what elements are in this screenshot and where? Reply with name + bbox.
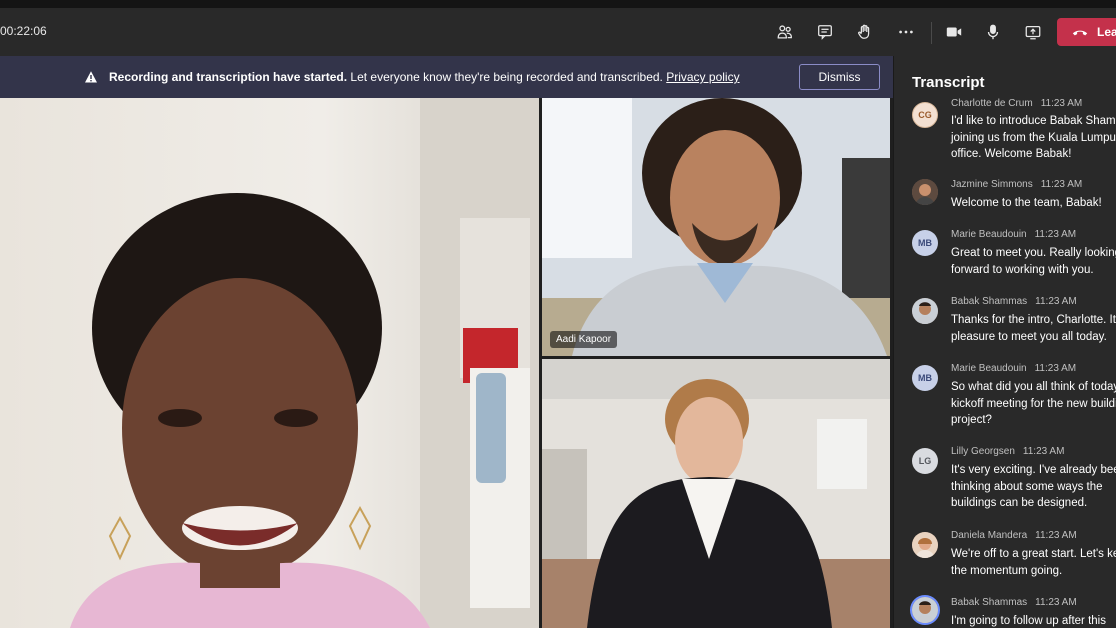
raise-hand-icon[interactable] — [853, 20, 877, 44]
transcript-meta: Babak Shammas 11:23 AM — [951, 597, 1077, 608]
timestamp: 11:23 AM — [1034, 229, 1077, 240]
share-icon[interactable] — [1021, 20, 1045, 44]
camera-icon[interactable] — [942, 20, 966, 44]
transcript-meta: Marie Beaudouin 11:23 AM — [951, 363, 1076, 374]
avatar — [912, 532, 938, 558]
timestamp: 11:23 AM — [1040, 179, 1083, 190]
avatar: CG — [912, 102, 938, 128]
participant-video — [70, 98, 539, 628]
microphone-icon[interactable] — [981, 20, 1005, 44]
chat-icon[interactable] — [813, 20, 837, 44]
speaker-name: Babak Shammas — [951, 597, 1028, 608]
speaker-name: Marie Beaudouin — [951, 363, 1027, 374]
privacy-policy-link[interactable]: Privacy policy — [666, 70, 739, 84]
leave-label: Lea — [1097, 25, 1116, 39]
transcript-text: It's very exciting. I've already been th… — [951, 464, 1116, 509]
timestamp: 11:23 AM — [1022, 446, 1065, 457]
transcript-meta: Lilly Georgsen 11:23 AM — [951, 446, 1064, 457]
video-tile-participant[interactable] — [542, 359, 890, 628]
avatar — [910, 595, 940, 625]
video-tile-aadi-kapoor[interactable]: Aadi Kapoor — [542, 98, 890, 356]
banner-bold-text: Recording and transcription have started… — [109, 70, 348, 84]
timestamp: 11:23 AM — [1035, 296, 1077, 307]
people-icon[interactable] — [773, 20, 797, 44]
transcript-text: So what did you all think of today's kic… — [951, 381, 1116, 426]
recording-banner: Recording and transcription have started… — [0, 56, 893, 98]
participant-video — [542, 98, 890, 356]
avatar — [912, 298, 938, 324]
avatar: LG — [912, 448, 938, 474]
transcript-title: Transcript — [912, 74, 985, 91]
avatar: MB — [912, 230, 938, 256]
speaker-name: Lilly Georgsen — [951, 446, 1015, 457]
transcript-meta: Babak Shammas 11:23 AM — [951, 296, 1077, 307]
transcript-text: I'm going to follow up after this — [951, 615, 1106, 627]
transcript-text: Great to meet you. Really looking forwar… — [951, 247, 1116, 276]
transcript-meta: Charlotte de Crum 11:23 AM — [951, 98, 1082, 109]
meeting-timer: 00:22:06 — [0, 24, 47, 38]
warning-icon — [85, 71, 97, 83]
meeting-toolbar: 00:22:06 Lea — [0, 8, 1116, 56]
transcript-panel: Transcript CG Charlotte de Crum 11:23 AM … — [893, 56, 1116, 628]
timestamp: 11:23 AM — [1034, 363, 1077, 374]
timestamp: 11:23 AM — [1040, 98, 1083, 109]
transcript-meta: Daniela Mandera 11:23 AM — [951, 530, 1077, 541]
transcript-text: I'd like to introduce Babak Shammas join… — [951, 115, 1116, 160]
title-bar — [0, 0, 1116, 8]
speaker-name: Daniela Mandera — [951, 530, 1028, 541]
transcript-text: Thanks for the intro, Charlotte. It's a … — [951, 314, 1116, 343]
participant-video — [542, 359, 890, 628]
transcript-meta: Jazmine Simmons 11:23 AM — [951, 179, 1082, 190]
speaker-name: Babak Shammas — [951, 296, 1028, 307]
video-stage: Aadi Kapoor — [0, 98, 893, 628]
banner-text: Let everyone know they're being recorded… — [347, 70, 667, 84]
timestamp: 11:23 AM — [1035, 530, 1077, 541]
avatar — [912, 179, 938, 205]
timestamp: 11:23 AM — [1035, 597, 1077, 608]
avatar: MB — [912, 365, 938, 391]
speaker-name: Marie Beaudouin — [951, 229, 1027, 240]
toolbar-divider — [931, 22, 932, 44]
speaker-name: Jazmine Simmons — [951, 179, 1033, 190]
dismiss-button[interactable]: Dismiss — [799, 64, 880, 90]
video-tile-main[interactable] — [0, 98, 539, 628]
leave-button[interactable]: Lea — [1057, 18, 1116, 46]
more-icon[interactable] — [894, 20, 918, 44]
transcript-meta: Marie Beaudouin 11:23 AM — [951, 229, 1076, 240]
transcript-text: Welcome to the team, Babak! — [951, 197, 1102, 209]
hang-up-icon — [1072, 30, 1088, 36]
transcript-text: We're off to a great start. Let's keep t… — [951, 548, 1116, 577]
participant-name-tag: Aadi Kapoor — [550, 331, 618, 348]
banner-message: Recording and transcription have started… — [109, 70, 740, 84]
speaker-name: Charlotte de Crum — [951, 98, 1033, 109]
